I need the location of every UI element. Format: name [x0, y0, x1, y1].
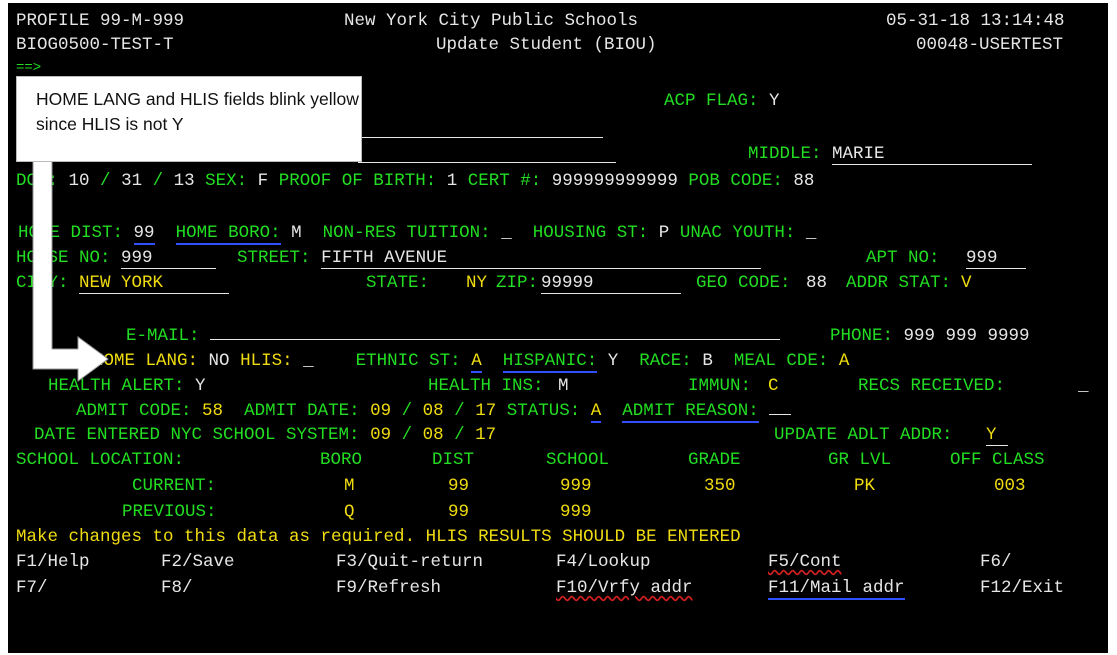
terminal-screen: PROFILE 99-M-999 New York City Public Sch…: [8, 3, 1108, 653]
annotation-callout: HOME LANG and HLIS fields blink yellow s…: [16, 76, 362, 162]
